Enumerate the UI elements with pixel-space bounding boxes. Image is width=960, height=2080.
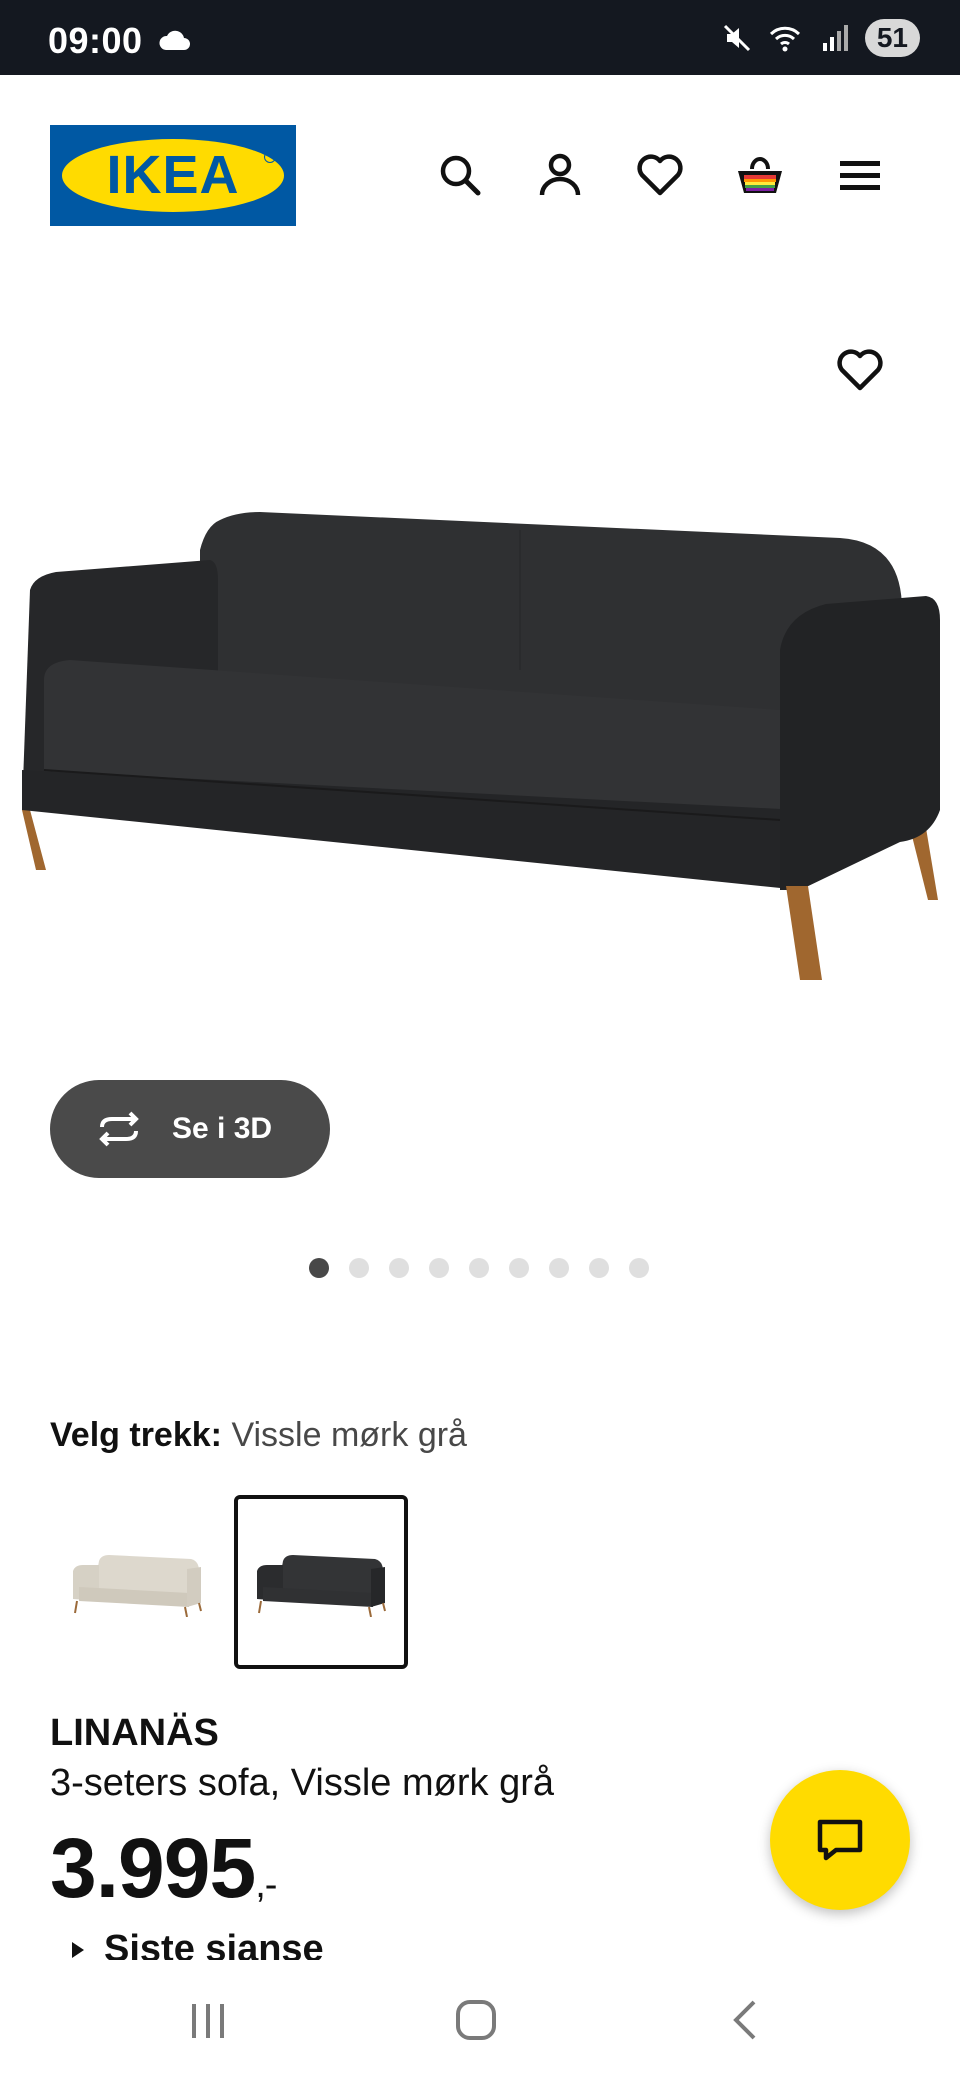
- gallery-pagination: [309, 1258, 649, 1278]
- gallery-dot[interactable]: [309, 1258, 329, 1278]
- site-header: IKEA: [0, 75, 960, 275]
- expand-triangle-icon: [72, 1942, 84, 1958]
- mute-icon: [723, 24, 750, 52]
- product-price: 3.995,-: [50, 1820, 277, 1917]
- gallery-dot[interactable]: [469, 1258, 489, 1278]
- rotate-3d-icon: [99, 1111, 139, 1147]
- gallery-dot[interactable]: [549, 1258, 569, 1278]
- home-icon[interactable]: [446, 1990, 506, 2050]
- gallery-dot[interactable]: [509, 1258, 529, 1278]
- cart-icon[interactable]: [732, 147, 788, 203]
- view-3d-label: Se i 3D: [172, 1112, 273, 1145]
- gallery-dot[interactable]: [629, 1258, 649, 1278]
- back-icon[interactable]: [716, 1990, 776, 2050]
- chat-button[interactable]: [770, 1770, 910, 1910]
- view-3d-button[interactable]: Se i 3D: [50, 1080, 330, 1178]
- logo-text: IKEA: [106, 145, 240, 205]
- product-description: 3-seters sofa, Vissle mørk grå: [50, 1762, 555, 1804]
- ikea-logo[interactable]: IKEA: [50, 125, 296, 226]
- product-image[interactable]: [0, 290, 960, 1110]
- signal-icon: [822, 25, 848, 51]
- beige-sofa-thumbnail: [73, 1555, 202, 1617]
- sofa-image: [22, 512, 940, 980]
- status-time: 09:00: [48, 20, 143, 61]
- system-nav-bar: [0, 1960, 960, 2080]
- price-suffix: ,-: [255, 1864, 277, 1906]
- gallery-dot[interactable]: [429, 1258, 449, 1278]
- wishlist-icon[interactable]: [632, 147, 688, 203]
- variant-swatch-beige[interactable]: [50, 1495, 224, 1669]
- price-value: 3.995: [50, 1821, 256, 1915]
- variant-label: Velg trekk: Vissle mørk grå: [50, 1416, 467, 1455]
- search-icon[interactable]: [432, 147, 488, 203]
- gallery-dot[interactable]: [349, 1258, 369, 1278]
- menu-icon[interactable]: [832, 147, 888, 203]
- product-name: LINANÄS: [50, 1712, 219, 1754]
- variant-label-title: Velg trekk:: [50, 1416, 222, 1454]
- gallery-dot[interactable]: [389, 1258, 409, 1278]
- add-to-wishlist-icon[interactable]: [834, 344, 886, 396]
- status-indicators: 51: [721, 18, 920, 58]
- status-bar: 09:00 51: [0, 0, 960, 75]
- dark-grey-sofa-thumbnail: [257, 1555, 386, 1617]
- variant-label-value: Vissle mørk grå: [231, 1416, 467, 1454]
- recent-apps-icon[interactable]: [178, 1990, 238, 2050]
- cloud-icon: [159, 30, 190, 50]
- battery-indicator: 51: [864, 19, 920, 57]
- wifi-icon: [769, 26, 800, 52]
- registered-mark: [264, 151, 276, 163]
- gallery-dot[interactable]: [589, 1258, 609, 1278]
- chat-icon: [817, 1819, 863, 1861]
- variant-swatch-dark-grey[interactable]: [234, 1495, 408, 1669]
- account-icon[interactable]: [532, 147, 588, 203]
